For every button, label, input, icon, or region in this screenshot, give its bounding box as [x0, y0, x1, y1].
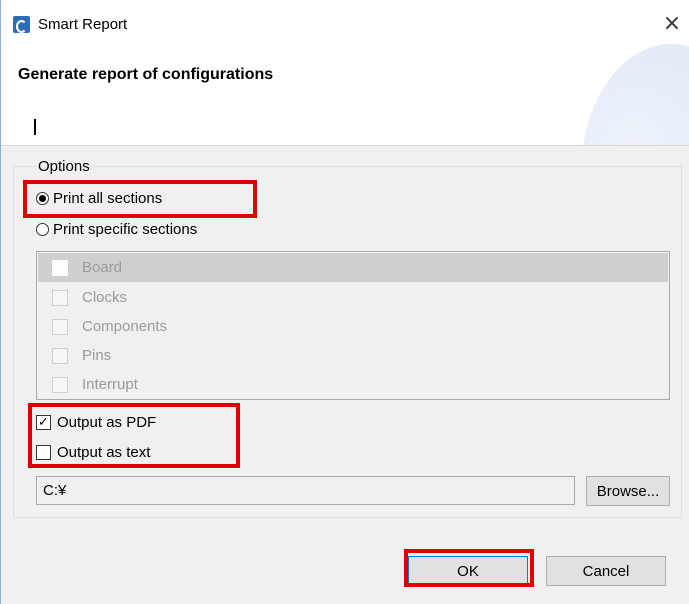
print-all-sections-label: Print all sections — [53, 190, 163, 207]
radio-print-specific-sections[interactable]: Print specific sections — [36, 221, 197, 238]
browse-button[interactable]: Browse... — [586, 476, 670, 506]
list-item-pins: Pins — [38, 341, 668, 370]
list-item-clocks: Clocks — [38, 283, 668, 312]
options-legend: Options — [37, 158, 91, 175]
section-label: Clocks — [82, 289, 128, 306]
close-icon[interactable]: × — [662, 13, 682, 35]
title-bar: Smart Report × — [1, 0, 689, 44]
text-cursor — [34, 119, 36, 135]
list-item-board: Board — [38, 253, 668, 282]
banner-decoration — [581, 44, 689, 145]
window-title: Smart Report — [38, 16, 128, 33]
section-label: Board — [82, 259, 123, 276]
print-specific-sections-label: Print specific sections — [53, 221, 198, 238]
page-title: Generate report of configurations — [18, 66, 274, 83]
radio-button[interactable] — [36, 223, 49, 236]
section-checkbox — [52, 289, 68, 306]
smart-configurator-app-icon — [13, 16, 30, 33]
check-icon[interactable]: ✓ — [36, 415, 51, 430]
section-checkbox — [52, 347, 68, 364]
radio-button-selected[interactable] — [36, 192, 49, 205]
list-item-components: Components — [38, 312, 668, 341]
header-banner: Generate report of configurations — [1, 44, 689, 146]
output-as-pdf-label: Output as PDF — [57, 414, 157, 431]
section-label: Interrupt — [82, 376, 138, 393]
radio-print-all-sections[interactable]: Print all sections — [36, 190, 162, 207]
output-as-text-label: Output as text — [57, 444, 151, 461]
section-checkbox — [52, 259, 68, 276]
checkbox-unchecked[interactable] — [36, 445, 51, 460]
output-path-field[interactable] — [36, 476, 575, 505]
checkbox-output-as-text[interactable]: Output as text — [36, 444, 150, 461]
section-label: Components — [82, 318, 168, 335]
section-label: Pins — [82, 347, 112, 364]
smart-report-dialog: Smart Report × Generate report of config… — [0, 0, 689, 604]
sections-list[interactable]: Board Clocks Components Pins Interrupt — [36, 251, 670, 400]
list-item-interrupt: Interrupt — [38, 370, 668, 399]
cancel-button[interactable]: Cancel — [546, 556, 666, 586]
checkbox-output-as-pdf[interactable]: ✓ Output as PDF — [36, 414, 156, 431]
section-checkbox — [52, 318, 68, 335]
ok-button[interactable]: OK — [408, 556, 528, 586]
section-checkbox — [52, 376, 68, 393]
